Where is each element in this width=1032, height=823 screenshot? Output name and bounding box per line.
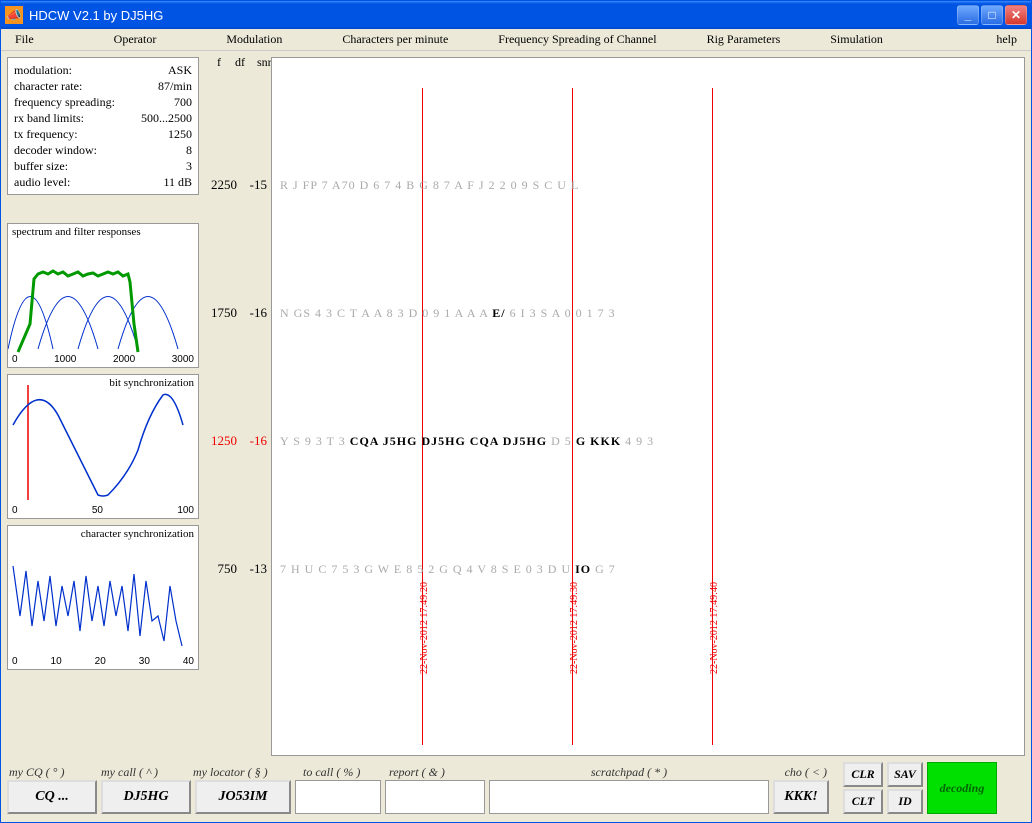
menu-modulation[interactable]: Modulation: [216, 30, 292, 49]
label-tx-freq: tx frequency:: [14, 126, 78, 142]
maximize-button[interactable]: □: [981, 5, 1003, 25]
menu-freq-spread[interactable]: Frequency Spreading of Channel: [488, 30, 666, 49]
label-rx-limits: rx band limits:: [14, 110, 84, 126]
label-char-rate: character rate:: [14, 78, 82, 94]
cq-button[interactable]: CQ ...: [7, 780, 97, 814]
title-bar: 📣 HDCW V2.1 by DJ5HG _ □ ✕: [1, 1, 1031, 29]
label-my-call: my call ( ^ ): [99, 765, 191, 780]
value-buffer-size: 3: [186, 158, 192, 174]
charsync-graph: character synchronization 0 10 20 30 40: [7, 525, 199, 670]
time-marker-label: 22-Nov-2012 17:49:40: [709, 582, 720, 674]
decoding-indicator: decoding: [927, 762, 997, 814]
time-marker-label: 22-Nov-2012 17:49:30: [569, 582, 580, 674]
ruler-tick: 1750-16: [199, 305, 271, 321]
my-locator-button[interactable]: JO53IM: [195, 780, 291, 814]
app-icon: 📣: [5, 6, 23, 24]
to-call-input[interactable]: [295, 780, 381, 814]
label-scratchpad: scratchpad ( * ): [487, 765, 769, 780]
value-modulation: ASK: [168, 62, 192, 78]
label-cho: cho ( < ): [769, 765, 827, 780]
value-decoder-window: 8: [186, 142, 192, 158]
minimize-button[interactable]: _: [957, 5, 979, 25]
ruler-f-label: f: [217, 55, 221, 70]
spectrum-xaxis: 0 1000 2000 3000: [8, 354, 198, 367]
spectrum-title: spectrum and filter responses: [12, 226, 141, 238]
sav-button[interactable]: SAV: [887, 762, 923, 787]
label-my-locator: my locator ( § ): [191, 765, 301, 780]
value-char-rate: 87/min: [158, 78, 192, 94]
parameters-panel: modulation: ASK character rate: 87/min fre…: [7, 57, 199, 195]
window-title: HDCW V2.1 by DJ5HG: [29, 8, 957, 23]
report-input[interactable]: [385, 780, 485, 814]
spectrum-graph: spectrum and filter responses 0 1000 200…: [7, 223, 199, 368]
charsync-title: character synchronization: [81, 528, 194, 540]
bitsync-graph: bit synchronization 0 50 100: [7, 374, 199, 519]
label-report: report ( & ): [387, 765, 487, 780]
menu-bar: File Operator Modulation Characters per …: [1, 29, 1031, 51]
bottom-bar: my CQ ( ° ) my call ( ^ ) my locator ( §…: [1, 762, 1031, 822]
menu-cpm[interactable]: Characters per minute: [332, 30, 458, 49]
label-decoder-window: decoder window:: [14, 142, 97, 158]
label-audio-level: audio level:: [14, 174, 70, 190]
menu-help[interactable]: help: [986, 30, 1027, 49]
label-freq-spread: frequency spreading:: [14, 94, 115, 110]
label-modulation: modulation:: [14, 62, 72, 78]
value-audio-level: 11 dB: [163, 174, 192, 190]
value-freq-spread: 700: [174, 94, 192, 110]
decoded-line: N GS 4 3 C T A A 8 3 D 0 9 1 A A A E/ 6 …: [280, 306, 1016, 321]
decoded-line: 7 H U C 7 5 3 G W E 8 5 2 G Q 4 V 8 S E …: [280, 562, 1016, 577]
ruler-tick: 1250-16: [199, 433, 271, 449]
bitsync-title: bit synchronization: [109, 377, 194, 389]
frequency-ruler: f df snr 2250-15 1750-16 1250-16 750-13: [199, 57, 271, 756]
scratchpad-input[interactable]: [489, 780, 769, 814]
label-to-call: to call ( % ): [301, 765, 387, 780]
time-marker-label: 22-Nov-2012 17:49:20: [419, 582, 430, 674]
my-call-button[interactable]: DJ5HG: [101, 780, 191, 814]
ruler-tick: 750-13: [199, 561, 271, 577]
value-rx-limits: 500...2500: [141, 110, 192, 126]
menu-file[interactable]: File: [5, 30, 44, 49]
decoded-line: R J FP 7 A70 D 6 7 4 B G 8 7 A F J 2 2 0…: [280, 178, 1016, 193]
menu-simulation[interactable]: Simulation: [820, 30, 893, 49]
decoded-line: Y S 9 3 T 3 CQA J5HG DJ5HG CQA DJ5HG D 5…: [280, 434, 1016, 449]
charsync-xaxis: 0 10 20 30 40: [8, 656, 198, 669]
bitsync-xaxis: 0 50 100: [8, 505, 198, 518]
label-buffer-size: buffer size:: [14, 158, 68, 174]
waterfall-display[interactable]: 22-Nov-2012 17:49:20 22-Nov-2012 17:49:30…: [271, 57, 1025, 756]
clt-button[interactable]: CLT: [843, 789, 883, 814]
menu-operator[interactable]: Operator: [104, 30, 167, 49]
kkk-button[interactable]: KKK!: [773, 780, 829, 814]
label-my-cq: my CQ ( ° ): [7, 765, 99, 780]
ruler-df-label: df: [235, 55, 245, 70]
id-button[interactable]: ID: [887, 789, 923, 814]
ruler-snr-label: snr: [257, 55, 272, 70]
ruler-tick: 2250-15: [199, 177, 271, 193]
value-tx-freq: 1250: [168, 126, 192, 142]
close-button[interactable]: ✕: [1005, 5, 1027, 25]
clr-button[interactable]: CLR: [843, 762, 883, 787]
menu-rig-params[interactable]: Rig Parameters: [697, 30, 791, 49]
